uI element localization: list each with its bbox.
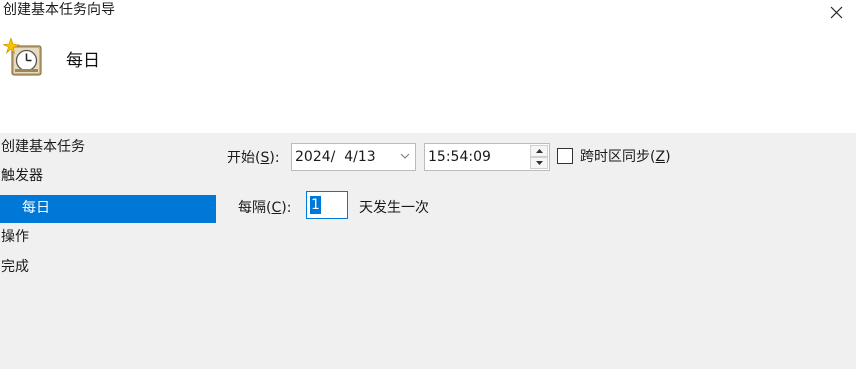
step-label: 触发器: [1, 168, 43, 184]
caret-up-icon: [536, 149, 543, 153]
step-label: 操作: [1, 229, 29, 245]
start-label: 开始(S):: [227, 150, 280, 166]
step-trigger[interactable]: 触发器: [0, 163, 216, 191]
start-time-field[interactable]: 15:54:09: [424, 143, 550, 171]
step-finish[interactable]: 完成: [0, 254, 216, 282]
step-label: 创建基本任务: [1, 139, 85, 155]
recur-days-input[interactable]: 1: [306, 191, 348, 219]
recur-label: 每隔(C):: [238, 200, 292, 216]
recur-suffix: 天发生一次: [359, 200, 429, 216]
time-spin-up-button[interactable]: [530, 145, 548, 157]
step-daily[interactable]: 每日: [0, 195, 216, 223]
wizard-steps: 创建基本任务 触发器 每日 操作 完成: [0, 133, 216, 369]
sync-timezone-checkbox[interactable]: [557, 148, 573, 164]
close-button[interactable]: [816, 0, 856, 26]
page-heading: 每日: [66, 51, 100, 71]
step-label: 完成: [1, 259, 29, 275]
time-spin-down-button[interactable]: [530, 157, 548, 169]
step-create-basic-task[interactable]: 创建基本任务: [0, 134, 216, 162]
close-icon: [830, 6, 843, 19]
recur-days-value: 1: [310, 196, 321, 214]
chevron-down-icon: [400, 153, 410, 159]
clock-icon: [1, 37, 43, 78]
window-title: 创建基本任务向导: [3, 2, 115, 18]
start-time-value[interactable]: 15:54:09: [428, 148, 491, 166]
caret-down-icon: [536, 161, 543, 165]
start-date-picker[interactable]: 2024/ 4/13: [291, 143, 416, 171]
step-action[interactable]: 操作: [0, 224, 216, 252]
wizard-header: 创建基本任务向导 每日: [0, 0, 856, 133]
step-label: 每日: [22, 200, 50, 216]
start-date-value: 2024/ 4/13: [295, 149, 376, 165]
sync-timezone-label[interactable]: 跨时区同步(Z): [580, 148, 671, 166]
